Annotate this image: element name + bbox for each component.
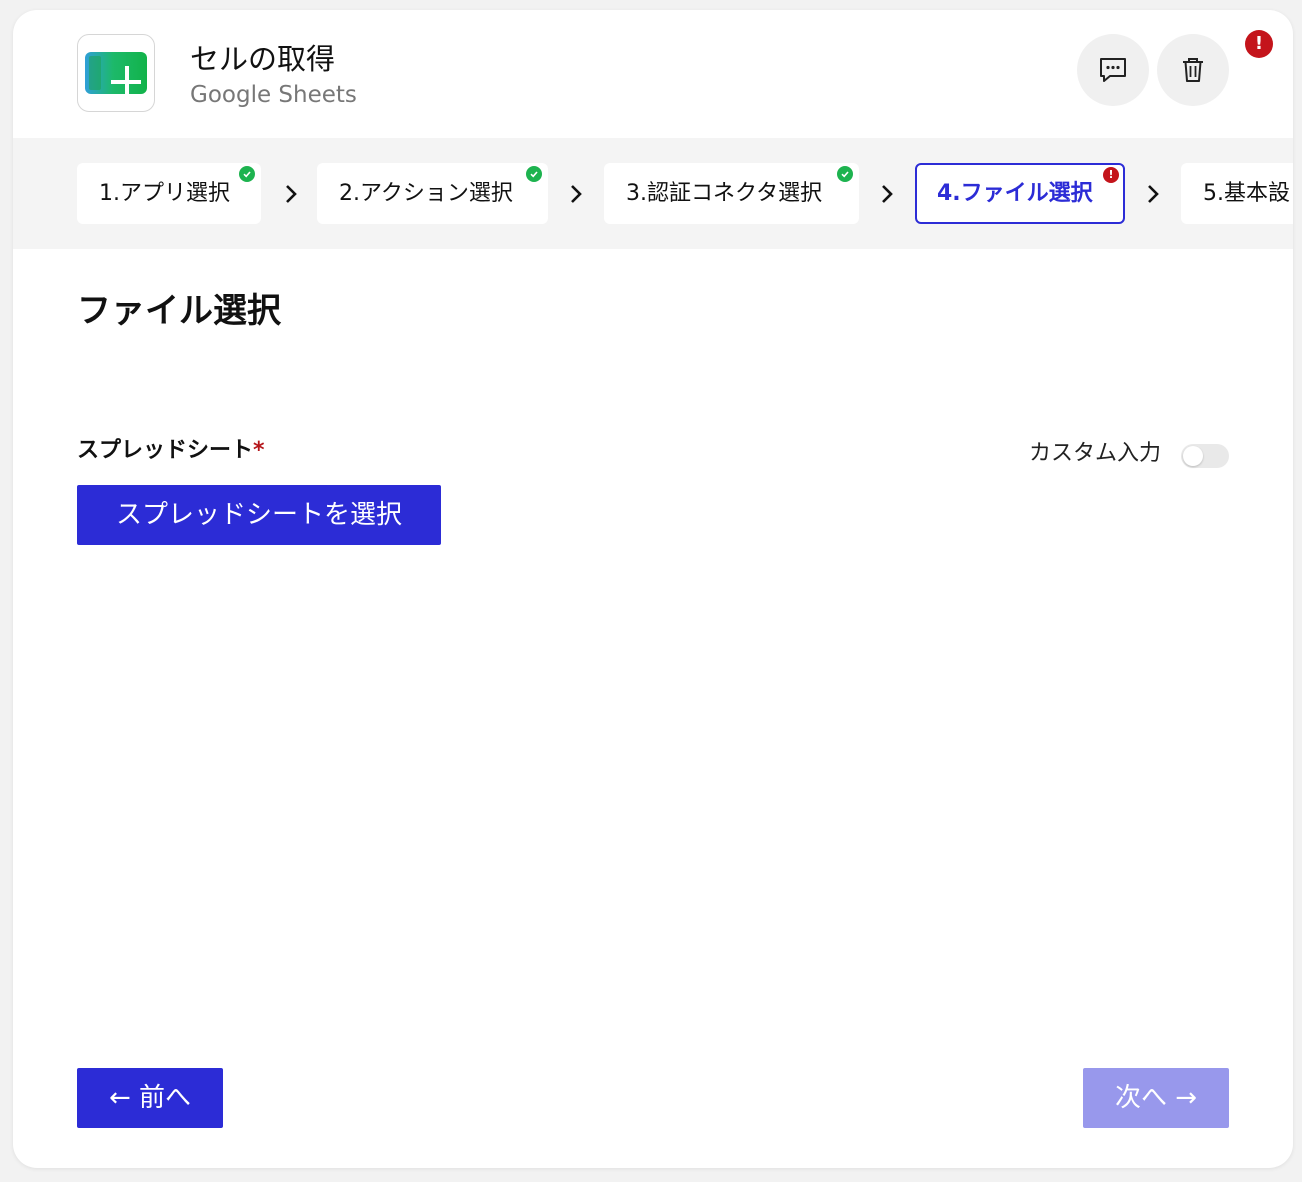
- step-action-select[interactable]: 2.アクション選択: [317, 163, 548, 224]
- check-icon: [239, 166, 255, 182]
- field-label-text: スプレッドシート: [77, 438, 254, 463]
- check-icon: [526, 166, 542, 182]
- error-icon: !: [1103, 167, 1119, 183]
- step-label: 3.認証コネクタ選択: [626, 181, 823, 206]
- step-label: 1.アプリ選択: [99, 181, 230, 206]
- step-connector-select[interactable]: 3.認証コネクタ選択: [604, 163, 859, 224]
- page-title: セルの取得: [190, 42, 336, 76]
- custom-input-toggle[interactable]: [1181, 444, 1229, 468]
- step-basic-settings[interactable]: 5.基本設: [1181, 163, 1293, 224]
- step-label: 4.ファイル選択: [937, 181, 1093, 206]
- app-name: Google Sheets: [190, 82, 357, 108]
- trash-icon: [1183, 58, 1203, 82]
- check-icon: [837, 166, 853, 182]
- step-file-select[interactable]: 4.ファイル選択 !: [915, 163, 1125, 224]
- chevron-right-icon: [286, 185, 297, 203]
- step-app-select[interactable]: 1.アプリ選択: [77, 163, 261, 224]
- spreadsheet-field-label: スプレッドシート*: [77, 436, 265, 466]
- step-label: 2.アクション選択: [339, 181, 513, 206]
- section-title: ファイル選択: [77, 291, 281, 331]
- toggle-knob: [1183, 446, 1203, 466]
- google-sheets-icon: [77, 34, 155, 112]
- step-label: 5.基本設: [1203, 181, 1290, 206]
- chevron-right-icon: [882, 185, 893, 203]
- select-spreadsheet-button[interactable]: スプレッドシートを選択: [77, 485, 441, 545]
- comment-button[interactable]: [1077, 34, 1149, 106]
- steps-bar: 1.アプリ選択 2.アクション選択 3.認証コネクタ選択 4.ファイル選択 ! …: [13, 138, 1293, 249]
- dialog-card: セルの取得 Google Sheets ! 1.アプリ選択 2.アクション選択 …: [13, 10, 1293, 1168]
- custom-input-label: カスタム入力: [1029, 441, 1162, 466]
- alert-badge: !: [1245, 30, 1273, 58]
- delete-button[interactable]: [1157, 34, 1229, 106]
- comment-icon: [1100, 58, 1126, 82]
- chevron-right-icon: [1148, 185, 1159, 203]
- chevron-right-icon: [571, 185, 582, 203]
- prev-button[interactable]: ← 前へ: [77, 1068, 223, 1128]
- required-mark: *: [253, 438, 265, 463]
- next-button[interactable]: 次へ →: [1083, 1068, 1229, 1128]
